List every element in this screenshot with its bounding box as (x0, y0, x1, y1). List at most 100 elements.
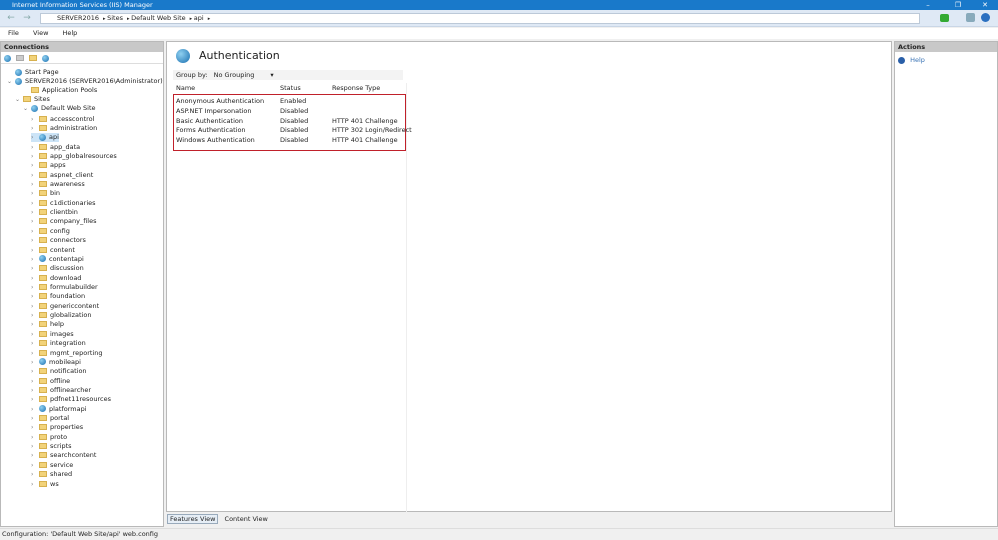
chevron-right-icon[interactable]: › (31, 461, 39, 470)
content-view-tab[interactable]: Content View (225, 515, 268, 523)
chevron-right-icon[interactable]: › (31, 180, 39, 189)
column-header-name[interactable]: Name (176, 84, 195, 93)
tree-node[interactable]: › formulabuilder (31, 283, 98, 292)
chevron-right-icon[interactable]: › (31, 377, 39, 386)
column-header-response-type[interactable]: Response Type (332, 84, 380, 93)
tree-node[interactable]: › company_files (31, 217, 97, 226)
tree-node[interactable]: › app_data (31, 143, 80, 152)
tree-node[interactable]: ⌄ Sites (15, 95, 50, 104)
tree-node[interactable]: › ws (31, 480, 59, 489)
tree-node[interactable]: › scripts (31, 442, 72, 451)
menu-view[interactable]: View (33, 29, 48, 37)
chevron-right-icon[interactable]: › (31, 227, 39, 236)
breadcrumb-item[interactable]: Default Web Site (131, 14, 186, 22)
refresh-icon[interactable] (966, 13, 975, 22)
chevron-right-icon[interactable]: › (31, 302, 39, 311)
tree-node[interactable]: › help (31, 320, 64, 329)
breadcrumb[interactable]: SERVER2016 ▸ Sites ▸ Default Web Site ▸ api… (40, 13, 920, 24)
chevron-right-icon[interactable]: › (31, 349, 39, 358)
chevron-right-icon[interactable]: › (31, 442, 39, 451)
tree-node[interactable]: › bin (31, 189, 60, 198)
restore-button[interactable]: ❐ (948, 0, 968, 10)
tree-node[interactable]: › notification (31, 367, 87, 376)
chevron-right-icon[interactable]: › (31, 152, 39, 161)
chevron-right-icon[interactable]: › (31, 143, 39, 152)
tree-node[interactable]: › genericcontent (31, 302, 99, 311)
breadcrumb-item[interactable]: api (194, 14, 204, 22)
tree-node[interactable]: › integration (31, 339, 86, 348)
help-icon[interactable] (981, 13, 990, 22)
tree-node[interactable]: › searchcontent (31, 451, 96, 460)
tree-node[interactable]: › platformapi (31, 405, 87, 414)
chevron-right-icon[interactable]: › (31, 367, 39, 376)
chevron-right-icon[interactable]: › (31, 217, 39, 226)
tree-node[interactable]: › contentapi (31, 255, 84, 264)
connect-icon[interactable] (940, 14, 949, 22)
tree-node[interactable]: › connectors (31, 236, 86, 245)
chevron-right-icon[interactable]: › (31, 433, 39, 442)
table-row[interactable]: Windows Authentication Disabled HTTP 401 C… (173, 135, 406, 145)
chevron-right-icon[interactable]: › (31, 124, 39, 133)
tree-node[interactable]: › properties (31, 423, 83, 432)
tree-node[interactable]: › pdfnet11resources (31, 395, 111, 404)
chevron-right-icon[interactable]: › (31, 189, 39, 198)
tree-node[interactable]: › apps (31, 161, 66, 170)
chevron-down-icon[interactable]: ⌄ (15, 95, 23, 104)
tree-node[interactable]: › download (31, 274, 81, 283)
chevron-down-icon[interactable]: ⌄ (7, 77, 15, 86)
chevron-right-icon[interactable]: › (31, 423, 39, 432)
tree-node[interactable]: Application Pools (23, 86, 97, 95)
chevron-right-icon[interactable]: › (31, 405, 39, 414)
chevron-right-icon[interactable]: › (31, 470, 39, 479)
tree-node[interactable]: › app_globalresources (31, 152, 117, 161)
tree-node[interactable]: › awareness (31, 180, 85, 189)
tree-node[interactable]: ⌄ Default Web Site (23, 104, 96, 113)
features-view-tab[interactable]: Features View (167, 514, 219, 524)
help-link[interactable]: Help (910, 56, 925, 64)
tree-node[interactable]: › proto (31, 433, 67, 442)
chevron-right-icon[interactable]: › (31, 395, 39, 404)
menu-help[interactable]: Help (62, 29, 77, 37)
tree-node[interactable]: › accesscontrol (31, 115, 94, 124)
chevron-right-icon[interactable]: › (31, 255, 39, 264)
tree-node[interactable]: › portal (31, 414, 69, 423)
chevron-right-icon[interactable]: › (31, 246, 39, 255)
tree-node[interactable]: › discussion (31, 264, 84, 273)
chevron-right-icon[interactable]: › (31, 208, 39, 217)
tree-node[interactable]: › shared (31, 470, 72, 479)
column-header-status[interactable]: Status (280, 84, 301, 93)
chevron-right-icon[interactable]: › (31, 133, 39, 142)
minimize-button[interactable]: – (918, 0, 938, 10)
table-row[interactable]: Basic Authentication Disabled HTTP 401 Cha… (173, 116, 406, 126)
chevron-right-icon[interactable]: › (31, 161, 39, 170)
tree-node[interactable]: › administration (31, 124, 97, 133)
chevron-right-icon[interactable]: › (31, 283, 39, 292)
chevron-right-icon[interactable]: › (31, 330, 39, 339)
chevron-right-icon[interactable]: › (31, 199, 39, 208)
tree-node[interactable]: › offline (31, 377, 70, 386)
table-row[interactable]: ASP.NET Impersonation Disabled (173, 106, 406, 116)
chevron-right-icon[interactable]: › (31, 292, 39, 301)
forward-button[interactable]: → (20, 13, 34, 24)
tree-node[interactable]: › mobileapi (31, 358, 81, 367)
tree-node[interactable]: › c1dictionaries (31, 199, 96, 208)
group-by-select[interactable]: No Grouping ▾ (214, 70, 274, 80)
breadcrumb-item[interactable]: SERVER2016 (57, 14, 99, 22)
tree-node[interactable]: › foundation (31, 292, 85, 301)
tree-node[interactable]: › mgmt_reporting (31, 349, 103, 358)
chevron-right-icon[interactable]: › (31, 311, 39, 320)
chevron-down-icon[interactable]: ⌄ (23, 104, 31, 113)
tree-node[interactable]: › content (31, 246, 75, 255)
tree-node[interactable]: › config (31, 227, 70, 236)
chevron-right-icon[interactable]: › (31, 274, 39, 283)
tree-node[interactable]: › images (31, 330, 74, 339)
breadcrumb-separator[interactable]: ▸ (208, 16, 211, 22)
chevron-right-icon[interactable]: › (31, 320, 39, 329)
table-row[interactable]: Anonymous Authentication Enabled (173, 96, 406, 106)
tree-node[interactable]: › globalization (31, 311, 91, 320)
chevron-right-icon[interactable]: › (31, 414, 39, 423)
chevron-right-icon[interactable]: › (31, 339, 39, 348)
tree-node[interactable]: › api (31, 133, 59, 143)
tree-node[interactable]: ⌄ SERVER2016 (SERVER2016\Administrator) (7, 77, 163, 86)
chevron-right-icon[interactable]: › (31, 236, 39, 245)
